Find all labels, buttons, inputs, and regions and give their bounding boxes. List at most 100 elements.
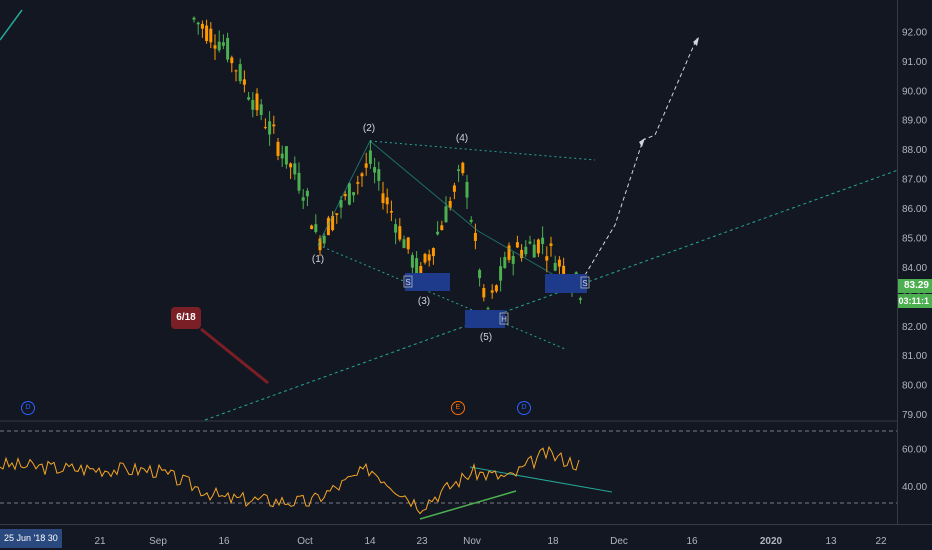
candle-body (293, 163, 297, 175)
candle-body (415, 258, 419, 275)
candle-body (528, 241, 532, 244)
cursor-time: 30 (47, 533, 58, 543)
note-6-18[interactable]: 6/18 (171, 307, 201, 329)
candle-body (402, 239, 406, 248)
box-letter-h: H (501, 315, 507, 324)
candle-body (247, 97, 251, 100)
candle-body (364, 163, 368, 168)
wave-label-4: (4) (456, 133, 468, 144)
candle-body (347, 183, 351, 205)
candle-body (322, 235, 326, 244)
candle-body (217, 41, 221, 51)
arrow-head-1 (639, 138, 645, 147)
candle-body (251, 100, 255, 110)
candle-body (444, 206, 448, 223)
candle-body (205, 25, 209, 41)
upper-channel-line (369, 140, 596, 161)
projection-path (584, 37, 698, 276)
candle-body (352, 192, 356, 196)
candle-body (410, 255, 414, 268)
candle-body (196, 22, 200, 25)
candle-body (431, 248, 435, 257)
rsi-divergence-line (419, 490, 517, 520)
candle-body (578, 298, 582, 300)
candlestick-series (192, 16, 582, 313)
candle-body (503, 256, 507, 268)
cursor-date: 25 Jun '18 (4, 533, 48, 543)
box-letter-s2: S (582, 279, 587, 288)
candle-body (532, 244, 536, 258)
dividend-event-icon[interactable]: D (21, 401, 35, 415)
candle-body (335, 213, 339, 215)
candle-body (310, 225, 314, 230)
candle-body (356, 182, 360, 184)
candle-body (276, 141, 280, 156)
candle-body (305, 190, 309, 197)
candle-body (549, 243, 553, 246)
candle-body (314, 224, 318, 232)
candle-body (536, 239, 540, 254)
candle-body (297, 172, 301, 191)
candle-body (259, 104, 263, 115)
candle-body (541, 237, 545, 244)
price-axis[interactable] (897, 0, 932, 421)
candle-body (213, 45, 217, 49)
candle-body (200, 23, 204, 29)
candle-body (221, 42, 225, 46)
candle-body (465, 181, 469, 198)
last-price-tag: 83.29 (898, 279, 932, 293)
price-chart[interactable]: S H S (1) (2) (3) (4) (5) 92.0091.0090.0… (0, 0, 932, 550)
candle-body (263, 127, 267, 129)
wave-line-1 (317, 140, 371, 246)
candle-body (360, 173, 364, 177)
candle-body (452, 185, 456, 192)
candle-body (268, 121, 272, 135)
dividend-event-icon-2[interactable]: D (517, 401, 531, 415)
candle-body (545, 256, 549, 261)
candle-body (515, 242, 519, 248)
candle-body (234, 70, 238, 72)
candle-body (230, 57, 234, 64)
time-axis[interactable] (0, 524, 932, 550)
candle-body (461, 162, 465, 174)
candle-body (255, 93, 259, 111)
candle-body (368, 150, 372, 164)
candle-body (377, 169, 381, 181)
head-box (465, 310, 505, 328)
wave-label-1: (1) (312, 254, 324, 265)
candle-body (373, 167, 377, 173)
rsi-axis[interactable] (897, 421, 932, 525)
candle-body (226, 37, 230, 60)
box-letter-s1: S (405, 278, 410, 287)
candle-body (301, 197, 305, 201)
rsi-divergence-line-2 (469, 466, 613, 493)
candle-body (457, 169, 461, 171)
earnings-event-icon[interactable]: E (451, 401, 465, 415)
candle-body (507, 245, 511, 260)
lower-channel-line (317, 244, 566, 350)
candle-body (436, 231, 440, 235)
candle-body (423, 253, 427, 263)
candle-body (280, 153, 284, 159)
long-support-line (204, 169, 899, 421)
candle-body (394, 224, 398, 233)
candle-body (469, 219, 473, 222)
candle-body (478, 269, 482, 279)
candle-body (406, 237, 410, 250)
wave-label-3: (3) (418, 296, 430, 307)
candle-body (553, 262, 557, 271)
green-trend-line (0, 9, 23, 41)
candle-body (486, 308, 490, 310)
candle-body (499, 266, 503, 281)
candle-body (557, 259, 561, 267)
candle-body (284, 146, 288, 165)
note-pointer (200, 327, 269, 385)
countdown-tag: 03:11:1 (898, 294, 932, 308)
candle-body (242, 79, 246, 85)
candle-body (289, 163, 293, 168)
candle-body (490, 290, 494, 293)
cursor-date-tag: 25 Jun '18 30 (0, 529, 62, 548)
candle-body (343, 194, 347, 197)
candle-body (238, 64, 242, 82)
candle-body (209, 28, 213, 43)
